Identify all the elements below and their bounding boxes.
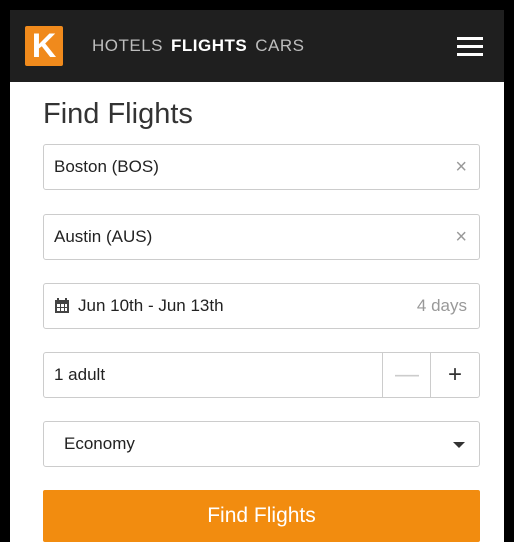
page-title: Find Flights	[43, 98, 193, 130]
clear-icon[interactable]: ×	[455, 215, 467, 259]
origin-field[interactable]: Boston (BOS) ×	[43, 144, 480, 190]
find-flights-button[interactable]: Find Flights	[43, 490, 480, 542]
decrease-travelers-button[interactable]: —	[382, 353, 431, 397]
app-frame: K HOTELS FLIGHTS CARS Find Flights Bosto…	[10, 10, 504, 542]
date-range-field[interactable]: Jun 10th - Jun 13th 4 days	[43, 283, 480, 329]
main-nav: HOTELS FLIGHTS CARS	[92, 35, 304, 57]
destination-value: Austin (AUS)	[54, 227, 153, 246]
dropdown-caret-icon	[453, 442, 465, 448]
calendar-icon	[55, 298, 69, 313]
trip-duration: 4 days	[416, 296, 467, 315]
origin-value: Boston (BOS)	[54, 157, 159, 176]
cabin-class-value: Economy	[64, 434, 135, 453]
nav-flights[interactable]: FLIGHTS	[171, 35, 247, 57]
increase-travelers-button[interactable]: +	[430, 353, 479, 397]
logo-letter: K	[31, 27, 57, 65]
destination-field[interactable]: Austin (AUS) ×	[43, 214, 480, 260]
date-range-value: Jun 10th - Jun 13th	[78, 296, 224, 315]
clear-icon[interactable]: ×	[455, 145, 467, 189]
cabin-class-select[interactable]: Economy	[43, 421, 480, 467]
logo-icon[interactable]: K	[25, 26, 63, 66]
top-navigation-bar: K HOTELS FLIGHTS CARS	[10, 10, 504, 82]
hamburger-menu-icon[interactable]	[457, 37, 483, 57]
nav-hotels[interactable]: HOTELS	[92, 35, 163, 57]
nav-cars[interactable]: CARS	[255, 35, 304, 57]
travelers-value: 1 adult	[54, 365, 106, 384]
travelers-field[interactable]: 1 adult — +	[43, 352, 480, 398]
